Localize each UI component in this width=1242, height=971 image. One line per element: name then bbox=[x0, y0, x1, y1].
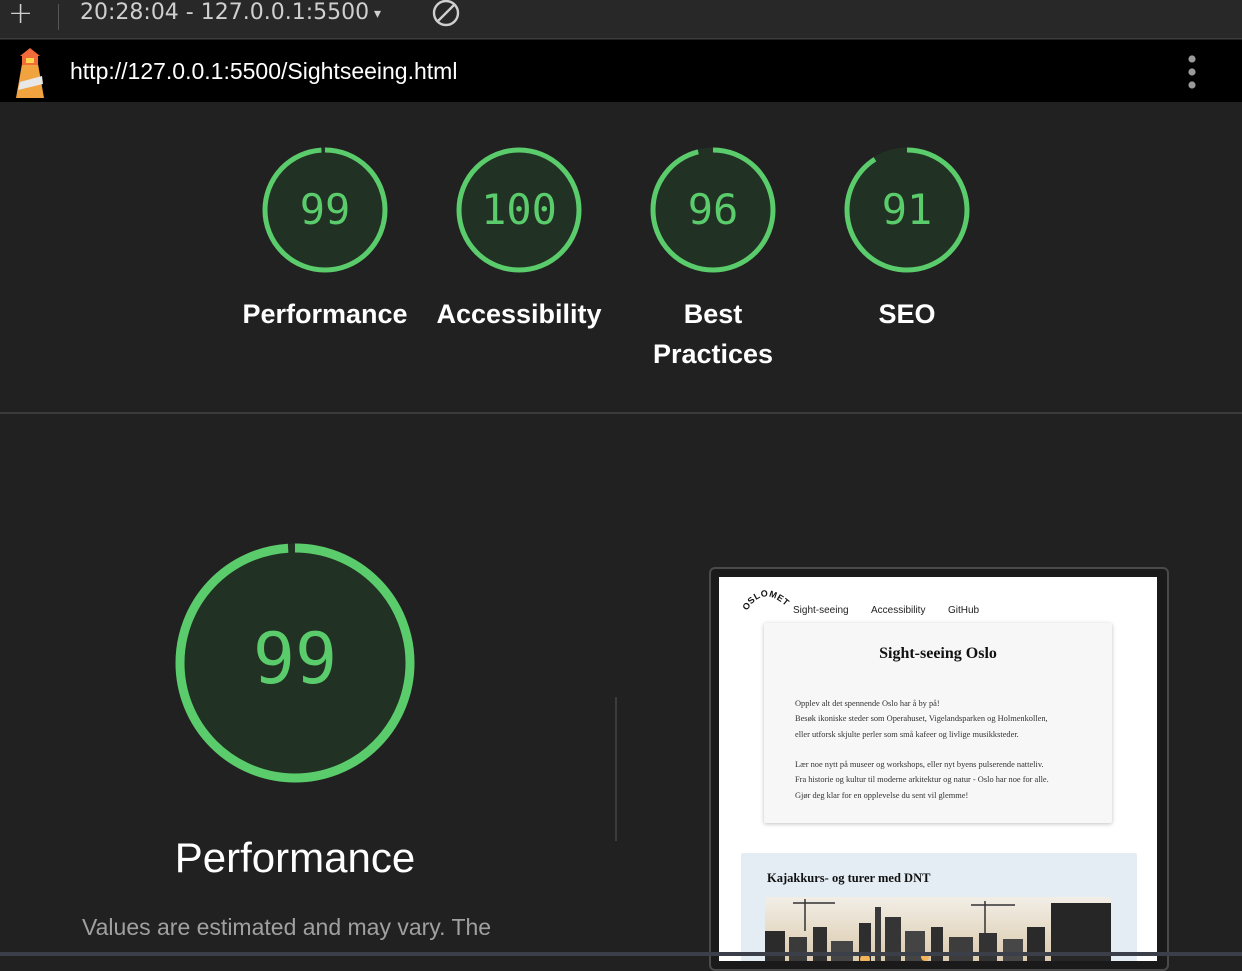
toolbar-separator bbox=[58, 4, 59, 30]
text-line: Besøk ikoniske steder som Operahuset, Vi… bbox=[795, 714, 1048, 724]
kayak-card-title: Kajakkurs- og turer med DNT bbox=[767, 871, 931, 885]
gauge-label-seo: SEO bbox=[878, 299, 936, 329]
gauge-score: 96 bbox=[688, 185, 739, 234]
nav-link-github[interactable]: GitHub bbox=[948, 605, 979, 616]
gauge-score: 99 bbox=[300, 185, 351, 234]
card-paragraph: Lær noe nytt på museer og workshops, ell… bbox=[795, 757, 1095, 803]
gauge-label-best-practices: Best Practices bbox=[613, 294, 813, 374]
gauge-ring: 99 bbox=[262, 147, 388, 273]
more-vert-icon[interactable] bbox=[1182, 54, 1202, 90]
svg-text:OSLOMET: OSLOMET bbox=[741, 588, 791, 612]
logo-text: OSLOMET bbox=[741, 588, 791, 612]
gauge-label-performance: Performance bbox=[242, 299, 408, 329]
gauge-performance[interactable]: 99 bbox=[259, 144, 391, 276]
gauge-seo[interactable]: 91 bbox=[841, 144, 973, 276]
nav-link-sightseeing[interactable]: Sight-seeing bbox=[793, 605, 849, 616]
devtools-toolbar: + 20:28:04 - 127.0.0.1:5500 ▾ bbox=[0, 0, 1242, 39]
gauge-accessibility[interactable]: 100 bbox=[453, 144, 585, 276]
gauge-score: 100 bbox=[481, 185, 557, 234]
gauge-ring: 91 bbox=[844, 147, 970, 273]
section-divider bbox=[0, 412, 1242, 414]
bottom-border bbox=[0, 952, 1242, 956]
gauge-score: 91 bbox=[882, 185, 933, 234]
card-title: Sight-seeing Oslo bbox=[879, 645, 997, 662]
performance-title: Performance bbox=[174, 834, 416, 881]
text-line: Opplev alt det spennende Oslo har å by p… bbox=[795, 699, 940, 708]
performance-gauge-large: 99 bbox=[175, 543, 415, 783]
vertical-divider bbox=[615, 697, 617, 841]
url-bar: http://127.0.0.1:5500/Sightseeing.html bbox=[0, 40, 1242, 102]
text-line: Gjør deg klar for en opplevelse du sent … bbox=[795, 790, 969, 800]
performance-score: 99 bbox=[253, 618, 337, 700]
text-line: Lær noe nytt på museer og workshops, ell… bbox=[795, 760, 1044, 769]
gauge-ring: 96 bbox=[650, 147, 776, 273]
oslomet-logo: OSLOMET bbox=[741, 588, 791, 612]
performance-description: Values are estimated and may vary. The bbox=[82, 914, 492, 940]
text-line: Fra historie og kultur til moderne arkit… bbox=[795, 775, 1049, 785]
chevron-down-icon[interactable]: ▾ bbox=[374, 5, 381, 22]
lighthouse-icon bbox=[16, 48, 44, 98]
report-url: http://127.0.0.1:5500/Sightseeing.html bbox=[70, 58, 458, 84]
screenshot-page: OSLOMET Sight-seeing Accessibility GitHu… bbox=[719, 577, 1157, 961]
text-line: eller utforsk skjulte perler som små kaf… bbox=[795, 729, 1019, 739]
nav-link-accessibility[interactable]: Accessibility bbox=[871, 605, 925, 616]
gauge-ring: 100 bbox=[456, 147, 582, 273]
card-paragraph: Opplev alt det spennende Oslo har å by p… bbox=[795, 696, 1095, 742]
gauge-label-line: Best bbox=[683, 299, 743, 329]
plus-icon[interactable]: + bbox=[8, 0, 33, 31]
gauge-label-line: Practices bbox=[652, 339, 774, 369]
block-icon[interactable] bbox=[430, 0, 462, 28]
report-selector[interactable]: 20:28:04 - 127.0.0.1:5500 bbox=[80, 0, 369, 26]
intro-card: Sight-seeing Oslo Opplev alt det spennen… bbox=[764, 623, 1112, 823]
final-screenshot[interactable]: OSLOMET Sight-seeing Accessibility GitHu… bbox=[709, 567, 1169, 971]
gauge-best-practices[interactable]: 96 bbox=[647, 144, 779, 276]
gauge-label-accessibility: Accessibility bbox=[436, 299, 602, 329]
